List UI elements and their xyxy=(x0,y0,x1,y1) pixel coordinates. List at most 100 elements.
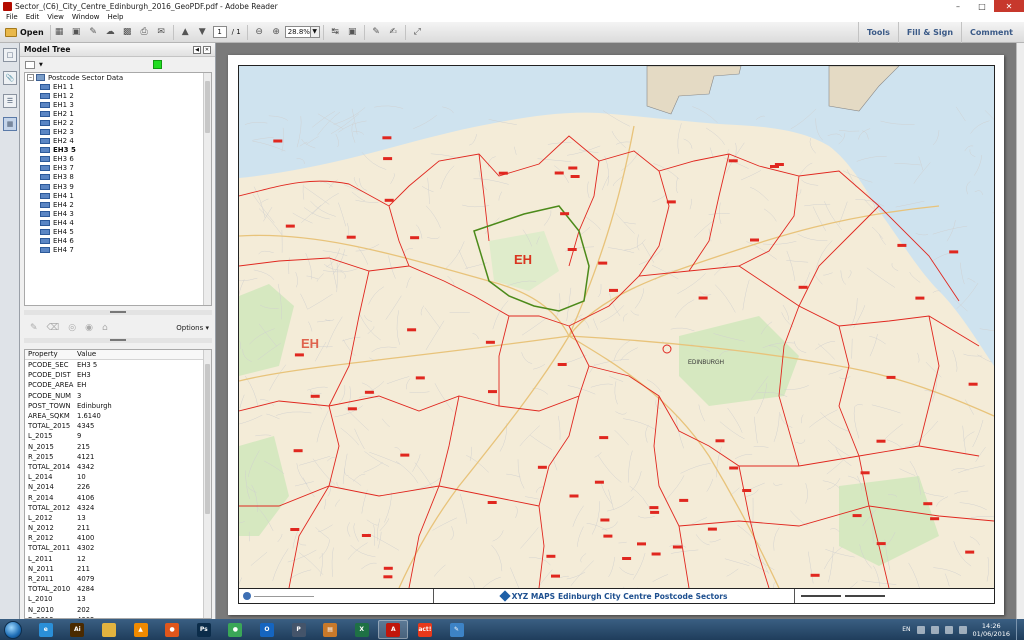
flag-icon[interactable] xyxy=(958,625,967,634)
taskbar-app[interactable]: Ps xyxy=(189,620,219,639)
close-panel-button[interactable]: ✕ xyxy=(203,45,211,54)
fit-page-icon[interactable]: ▣ xyxy=(346,26,359,39)
property-row[interactable]: N_2014 226 xyxy=(25,482,211,492)
tree-item[interactable]: EH4 6 xyxy=(25,237,211,246)
menu-edit[interactable]: Edit xyxy=(22,13,44,21)
email-icon[interactable]: ✉ xyxy=(155,26,168,39)
zoom-dropdown[interactable]: ▼ xyxy=(310,26,320,38)
panel-splitter-2[interactable] xyxy=(24,338,212,343)
edit-icon[interactable]: ✎ xyxy=(87,26,100,39)
model-tree-icon[interactable]: ▦ xyxy=(3,117,17,131)
start-button[interactable] xyxy=(4,620,22,639)
dropdown-arrow-icon[interactable]: ▼ xyxy=(39,62,43,68)
volume-icon[interactable] xyxy=(944,625,953,634)
create-pdf-icon[interactable]: ▦ xyxy=(53,26,66,39)
taskbar-app[interactable]: Ai xyxy=(62,620,92,639)
tree-item[interactable]: EH1 3 xyxy=(25,100,211,109)
tray-icon[interactable] xyxy=(916,625,925,634)
property-row[interactable]: N_2012 211 xyxy=(25,523,211,533)
language-indicator[interactable]: EN xyxy=(902,626,910,633)
map-canvas[interactable]: EH EH EDINBURGH xyxy=(239,66,994,588)
tree-item[interactable]: EH4 5 xyxy=(25,228,211,237)
tree-item[interactable]: EH2 1 xyxy=(25,109,211,118)
tree-item[interactable]: EH3 6 xyxy=(25,155,211,164)
page-thumbnails-icon[interactable]: □ xyxy=(3,48,17,62)
open-button[interactable]: Open xyxy=(3,24,51,40)
taskbar-app[interactable] xyxy=(94,620,124,639)
tree-item[interactable]: EH4 7 xyxy=(25,246,211,255)
comment-tab[interactable]: Comment xyxy=(961,21,1021,43)
property-row[interactable]: L_2011 12 xyxy=(25,554,211,564)
taskbar-app[interactable]: ▲ xyxy=(126,620,156,639)
tree-item[interactable]: EH2 2 xyxy=(25,118,211,127)
postcode-map[interactable]: EH EH EDINBURGH xyxy=(239,66,994,588)
attachments-icon[interactable]: 📎 xyxy=(3,71,17,85)
edit-tool-icon[interactable]: ✎ xyxy=(30,323,38,333)
tree-item[interactable]: EH3 5 xyxy=(25,146,211,155)
property-row[interactable]: TOTAL_2015 4345 xyxy=(25,421,211,431)
property-row[interactable]: L_2015 9 xyxy=(25,431,211,441)
pdf-page[interactable]: EH EH EDINBURGH XYZ MAPS Edinburgh City … xyxy=(228,55,1004,615)
scroll-thumb[interactable] xyxy=(205,364,210,514)
network-icon[interactable] xyxy=(930,625,939,634)
maximize-button[interactable]: □ xyxy=(970,0,994,12)
tree-item[interactable]: EH1 1 xyxy=(25,82,211,91)
menu-file[interactable]: File xyxy=(2,13,22,21)
combine-icon[interactable]: ▣ xyxy=(70,26,83,39)
isolate-icon[interactable]: ◎ xyxy=(68,323,76,333)
property-row[interactable]: N_2010 202 xyxy=(25,605,211,615)
print-icon[interactable]: ⎙ xyxy=(138,26,151,39)
property-row[interactable]: TOTAL_2012 4324 xyxy=(25,503,211,513)
property-row[interactable]: POST_TOWN Edinburgh xyxy=(25,401,211,411)
save-icon[interactable]: ▩ xyxy=(121,26,134,39)
tree-item[interactable]: EH4 1 xyxy=(25,191,211,200)
property-row[interactable]: PCODE_NUM 3 xyxy=(25,391,211,401)
property-row[interactable]: PCODE_AREA EH xyxy=(25,380,211,390)
tree-item[interactable]: EH4 3 xyxy=(25,209,211,218)
page-number-input[interactable]: 1 xyxy=(212,26,227,38)
property-row[interactable]: R_2014 4106 xyxy=(25,492,211,502)
property-row[interactable]: PCODE_DIST EH3 xyxy=(25,370,211,380)
tree-options-icon[interactable] xyxy=(25,60,35,69)
close-button[interactable]: ✕ xyxy=(994,0,1024,12)
collapse-panel-button[interactable]: ◀ xyxy=(193,45,201,54)
menu-window[interactable]: Window xyxy=(68,13,104,21)
taskbar-app[interactable]: e xyxy=(31,620,61,639)
property-row[interactable]: TOTAL_2010 4284 xyxy=(25,584,211,594)
tree-item[interactable]: EH2 3 xyxy=(25,127,211,136)
menu-view[interactable]: View xyxy=(43,13,68,21)
taskbar-app[interactable]: ● xyxy=(220,620,250,639)
properties-scrollbar[interactable] xyxy=(203,350,211,618)
highlight-icon[interactable]: ✍ xyxy=(387,26,400,39)
home-icon[interactable]: ⌂ xyxy=(102,323,108,333)
taskbar-app[interactable]: X xyxy=(347,620,377,639)
clock[interactable]: 14:26 01/06/2016 xyxy=(973,622,1010,638)
fit-width-icon[interactable]: ↹ xyxy=(329,26,342,39)
panel-splitter[interactable] xyxy=(24,310,212,315)
property-row[interactable]: L_2010 13 xyxy=(25,594,211,604)
tree-item[interactable]: EH3 9 xyxy=(25,182,211,191)
zoom-out-icon[interactable]: ⊖ xyxy=(253,26,266,39)
menu-help[interactable]: Help xyxy=(104,13,128,21)
property-row[interactable]: AREA_SQKM 1.6140 xyxy=(25,411,211,421)
target-icon[interactable]: ◉ xyxy=(85,323,93,333)
taskbar-app[interactable]: ● xyxy=(157,620,187,639)
property-row[interactable]: PCODE_SEC EH3 5 xyxy=(25,360,211,370)
collapse-icon[interactable]: – xyxy=(27,74,34,81)
tree-scrollbar[interactable] xyxy=(203,73,211,305)
tree-item[interactable]: EH4 2 xyxy=(25,200,211,209)
tree-item[interactable]: EH1 2 xyxy=(25,91,211,100)
property-row[interactable]: N_2015 215 xyxy=(25,442,211,452)
property-row[interactable]: TOTAL_2014 4342 xyxy=(25,462,211,472)
read-mode-icon[interactable]: ⤢ xyxy=(411,26,424,39)
property-row[interactable]: N_2011 211 xyxy=(25,564,211,574)
page-down-icon[interactable]: ▼ xyxy=(196,26,209,39)
tree-item[interactable]: EH4 4 xyxy=(25,218,211,227)
cloud-icon[interactable]: ☁ xyxy=(104,26,117,39)
layers-icon[interactable]: ☰ xyxy=(3,94,17,108)
options-menu[interactable]: Options ▾ xyxy=(176,324,212,332)
property-row[interactable]: R_2012 4100 xyxy=(25,533,211,543)
property-row[interactable]: R_2015 4121 xyxy=(25,452,211,462)
taskbar-app[interactable]: P xyxy=(284,620,314,639)
viewer-scrollbar[interactable] xyxy=(1016,43,1024,619)
